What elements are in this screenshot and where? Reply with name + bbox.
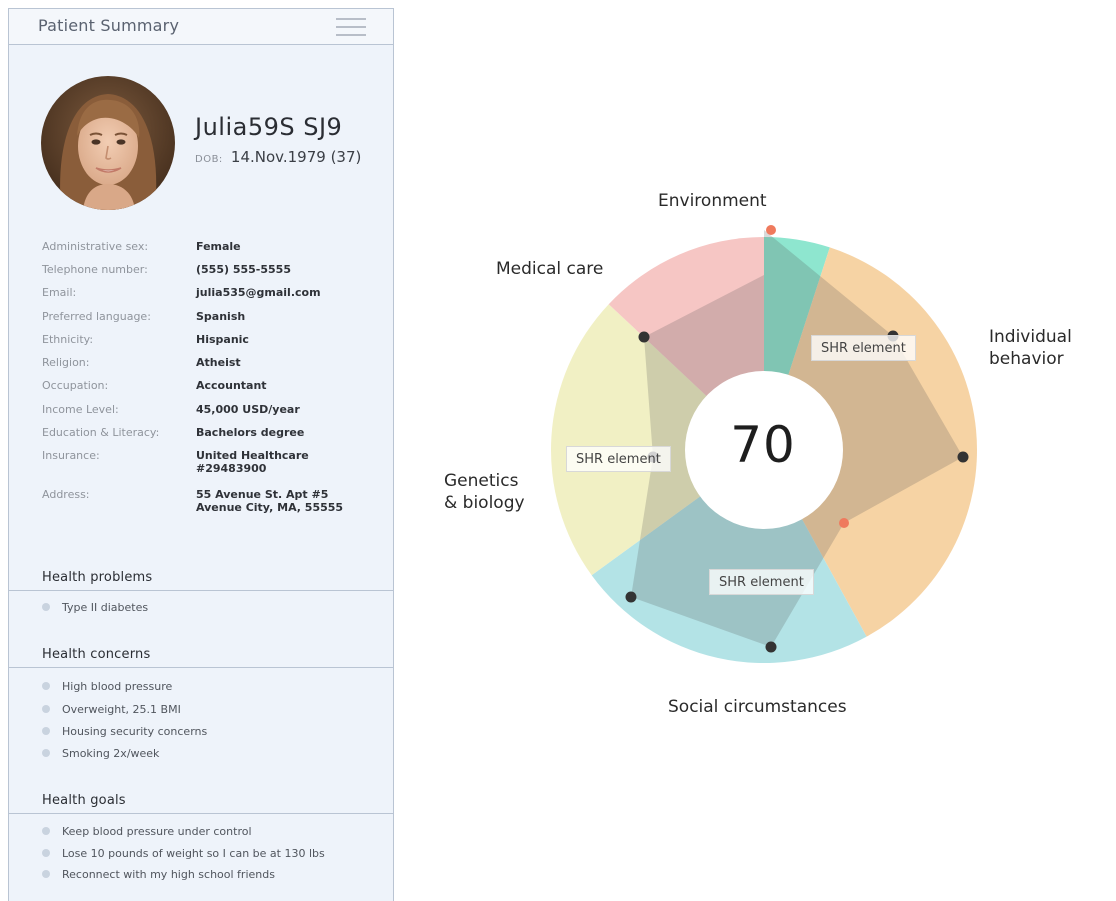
detail-value: Hispanic bbox=[196, 333, 249, 346]
bullet-icon bbox=[42, 849, 50, 857]
shr-element-tag[interactable]: SHR element bbox=[709, 569, 814, 595]
panel-title: Patient Summary bbox=[38, 16, 180, 35]
avatar bbox=[41, 76, 175, 210]
detail-label: Email: bbox=[42, 286, 77, 299]
chart-data-point[interactable] bbox=[638, 331, 650, 343]
bullet-icon bbox=[42, 603, 50, 611]
detail-value: Accountant bbox=[196, 379, 267, 392]
chart-data-point[interactable] bbox=[765, 641, 777, 653]
list-item: Overweight, 25.1 BMI bbox=[42, 703, 181, 716]
section-divider bbox=[9, 813, 393, 814]
detail-value: julia535@gmail.com bbox=[196, 286, 321, 299]
detail-value: Female bbox=[196, 240, 241, 253]
list-item: Keep blood pressure under control bbox=[42, 825, 252, 838]
score-value: 70 bbox=[730, 416, 796, 474]
panel-header: Patient Summary bbox=[9, 9, 393, 45]
bullet-icon bbox=[42, 749, 50, 757]
detail-label: Occupation: bbox=[42, 379, 109, 392]
health-determinants-chart: Environment Medical care Individual beha… bbox=[430, 180, 1116, 740]
page: Patient Summary Julia59S SJ9 DOB: 14.Nov… bbox=[0, 0, 1116, 901]
list-item: Reconnect with my high school friends bbox=[42, 868, 275, 881]
detail-value: 45,000 USD/year bbox=[196, 403, 300, 416]
dob-row: DOB: 14.Nov.1979 (37) bbox=[195, 147, 361, 166]
detail-label: Address: bbox=[42, 488, 90, 501]
dob-label: DOB: bbox=[195, 154, 223, 165]
detail-label: Insurance: bbox=[42, 449, 100, 462]
patient-summary-panel: Patient Summary Julia59S SJ9 DOB: 14.Nov… bbox=[8, 8, 394, 901]
detail-label: Telephone number: bbox=[42, 263, 148, 276]
shr-element-tag[interactable]: SHR element bbox=[566, 446, 671, 472]
detail-label: Income Level: bbox=[42, 403, 119, 416]
detail-value: (555) 555-5555 bbox=[196, 263, 291, 276]
detail-label: Religion: bbox=[42, 356, 90, 369]
bullet-icon bbox=[42, 727, 50, 735]
detail-value: United Healthcare #29483900 bbox=[196, 449, 309, 475]
detail-value: 55 Avenue St. Apt #5 Avenue City, MA, 55… bbox=[196, 488, 344, 514]
detail-label: Ethnicity: bbox=[42, 333, 94, 346]
list-item: High blood pressure bbox=[42, 680, 172, 693]
label-genetics-biology: Genetics & biology bbox=[444, 471, 525, 513]
shr-element-tag[interactable]: SHR element bbox=[811, 335, 916, 361]
bullet-icon bbox=[42, 870, 50, 878]
health-goals-title: Health goals bbox=[42, 793, 126, 808]
health-problems-title: Health problems bbox=[42, 570, 153, 585]
detail-label: Preferred language: bbox=[42, 310, 151, 323]
list-item: Smoking 2x/week bbox=[42, 747, 159, 760]
chart-data-point[interactable] bbox=[766, 225, 776, 235]
hamburger-menu-icon[interactable] bbox=[336, 18, 366, 36]
section-divider bbox=[9, 667, 393, 668]
section-divider bbox=[9, 590, 393, 591]
list-item: Housing security concerns bbox=[42, 725, 207, 738]
detail-label: Education & Literacy: bbox=[42, 426, 160, 439]
bullet-icon bbox=[42, 827, 50, 835]
detail-value: Spanish bbox=[196, 310, 246, 323]
label-medical-care: Medical care bbox=[496, 259, 604, 279]
label-individual-behavior: Individual behavior bbox=[989, 327, 1072, 369]
list-item: Type II diabetes bbox=[42, 601, 148, 614]
detail-label: Administrative sex: bbox=[42, 240, 149, 253]
bullet-icon bbox=[42, 682, 50, 690]
list-item: Lose 10 pounds of weight so I can be at … bbox=[42, 847, 325, 860]
health-concerns-title: Health concerns bbox=[42, 647, 151, 662]
patient-photo-icon bbox=[41, 76, 175, 210]
detail-value: Atheist bbox=[196, 356, 241, 369]
chart-data-point[interactable] bbox=[625, 591, 637, 603]
dob-value: 14.Nov.1979 (37) bbox=[230, 148, 362, 166]
label-environment: Environment bbox=[658, 191, 767, 211]
chart-data-point[interactable] bbox=[839, 518, 849, 528]
chart-data-point[interactable] bbox=[957, 451, 969, 463]
detail-value: Bachelors degree bbox=[196, 426, 305, 439]
patient-name: Julia59S SJ9 bbox=[195, 113, 343, 141]
label-social-circumstances: Social circumstances bbox=[668, 697, 847, 717]
bullet-icon bbox=[42, 705, 50, 713]
